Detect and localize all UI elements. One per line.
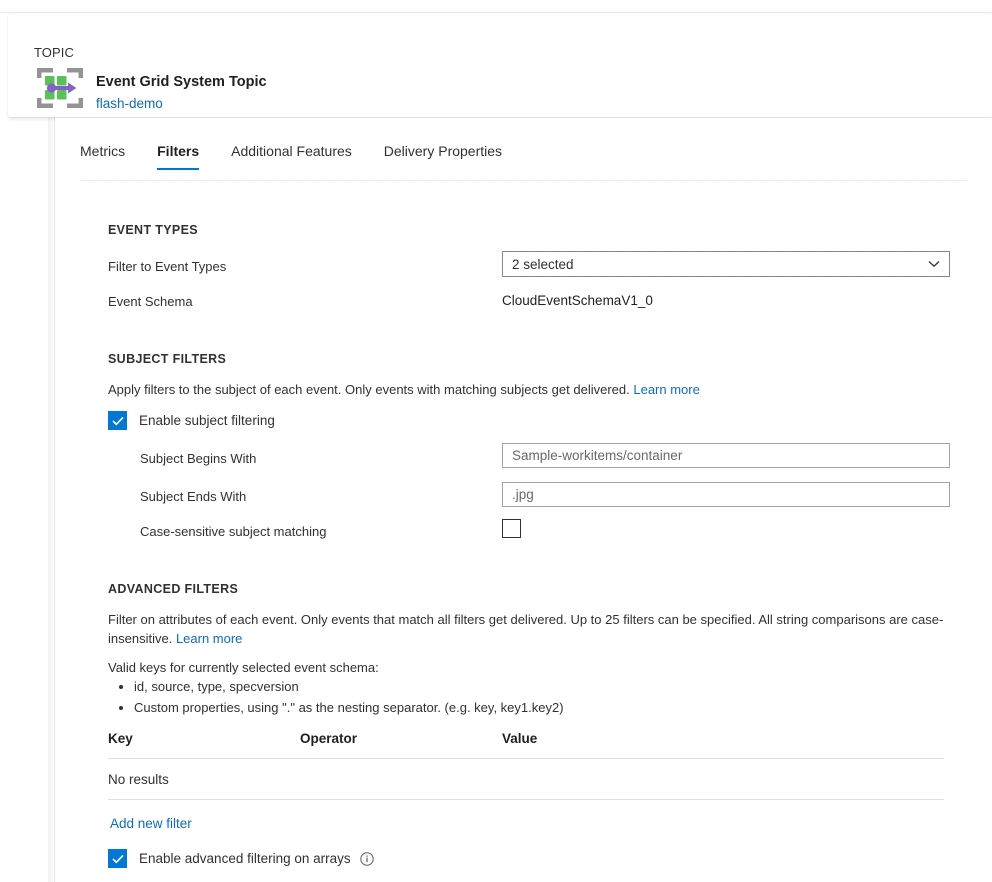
list-item: Custom properties, using "." as the nest…	[134, 697, 564, 718]
tab-filters[interactable]: Filters	[157, 143, 199, 170]
tab-metrics[interactable]: Metrics	[80, 143, 125, 170]
add-new-filter-link[interactable]: Add new filter	[110, 816, 192, 831]
left-rail	[0, 14, 48, 882]
subject-filters-heading: SUBJECT FILTERS	[108, 352, 226, 366]
tab-bar: Metrics Filters Additional Features Deli…	[80, 143, 967, 181]
advanced-filters-description: Filter on attributes of each event. Only…	[108, 610, 991, 648]
column-header-key: Key	[108, 731, 300, 746]
valid-keys-list: id, source, type, specversion Custom pro…	[112, 676, 564, 718]
subject-begins-with-value: Sample-workitems/container	[503, 448, 682, 463]
filter-to-event-types-dropdown[interactable]: 2 selected	[502, 251, 950, 277]
list-item: id, source, type, specversion	[134, 676, 564, 697]
filter-to-event-types-label: Filter to Event Types	[108, 259, 226, 274]
page-title: Event Grid System Topic	[96, 72, 267, 92]
subject-ends-with-label: Subject Ends With	[140, 489, 246, 504]
event-schema-label: Event Schema	[108, 294, 193, 309]
event-schema-value: CloudEventSchemaV1_0	[502, 293, 653, 308]
enable-advanced-filtering-on-arrays-label: Enable advanced filtering on arrays	[139, 851, 351, 866]
tab-delivery-properties[interactable]: Delivery Properties	[384, 143, 502, 170]
case-sensitive-subject-matching-label: Case-sensitive subject matching	[140, 524, 326, 539]
subject-ends-with-input[interactable]: .jpg	[502, 482, 950, 507]
enable-subject-filtering-label: Enable subject filtering	[139, 413, 275, 428]
case-sensitive-subject-matching-row[interactable]	[502, 519, 521, 538]
enable-advanced-filtering-on-arrays-row[interactable]: Enable advanced filtering on arrays	[108, 849, 374, 868]
valid-keys-intro: Valid keys for currently selected event …	[108, 658, 379, 677]
topic-eyebrow-label: TOPIC	[34, 45, 74, 60]
column-header-operator: Operator	[300, 731, 502, 746]
enable-subject-filtering-checkbox[interactable]	[108, 411, 127, 430]
topic-header-card: TOPIC Event Grid System Topic flash-demo	[8, 14, 992, 117]
chevron-down-icon	[919, 260, 949, 268]
case-sensitive-subject-matching-checkbox[interactable]	[502, 519, 521, 538]
table-row-empty: No results	[108, 759, 944, 800]
enable-advanced-filtering-on-arrays-checkbox[interactable]	[108, 849, 127, 868]
table-header-row: Key Operator Value	[108, 731, 944, 759]
info-icon[interactable]	[360, 852, 374, 866]
event-types-heading: EVENT TYPES	[108, 223, 198, 237]
enable-subject-filtering-row[interactable]: Enable subject filtering	[108, 411, 275, 430]
advanced-filters-table: Key Operator Value No results	[108, 731, 944, 800]
resource-name-link[interactable]: flash-demo	[96, 94, 267, 114]
column-header-value: Value	[502, 731, 802, 746]
subject-filters-description-text: Apply filters to the subject of each eve…	[108, 382, 630, 397]
event-grid-topic-icon	[34, 65, 86, 111]
subject-filters-learn-more-link[interactable]: Learn more	[633, 382, 699, 397]
filter-to-event-types-value: 2 selected	[503, 257, 919, 272]
subject-begins-with-label: Subject Begins With	[140, 451, 256, 466]
advanced-filters-learn-more-link[interactable]: Learn more	[176, 631, 242, 646]
topic-title-block: Event Grid System Topic flash-demo	[96, 72, 267, 114]
subject-begins-with-input[interactable]: Sample-workitems/container	[502, 443, 950, 468]
top-chrome-strip	[0, 0, 992, 13]
subject-ends-with-value: .jpg	[503, 487, 534, 502]
no-results-text: No results	[108, 772, 169, 787]
advanced-filters-heading: ADVANCED FILTERS	[108, 582, 238, 596]
tab-additional-features[interactable]: Additional Features	[231, 143, 352, 170]
filters-content-pane: Metrics Filters Additional Features Deli…	[55, 118, 992, 882]
subject-filters-description: Apply filters to the subject of each eve…	[108, 380, 928, 399]
